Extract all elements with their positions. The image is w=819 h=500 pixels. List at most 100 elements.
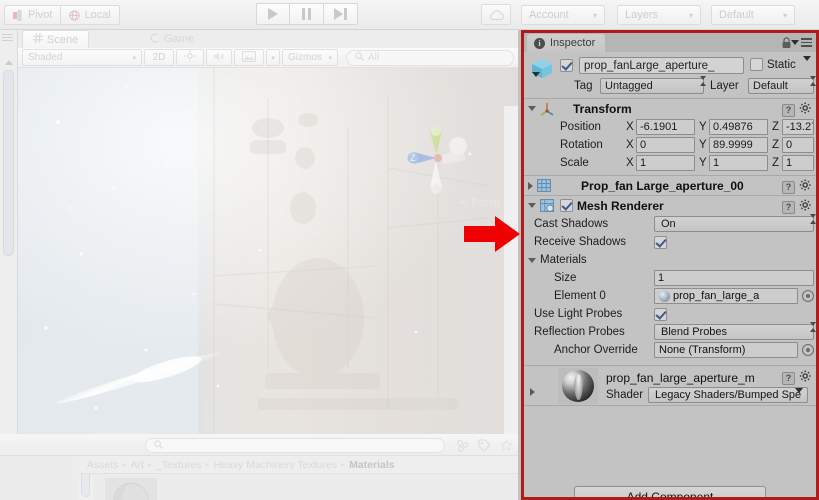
gamepad-icon bbox=[150, 32, 160, 46]
breadcrumb-item-textures[interactable]: _Textures bbox=[156, 459, 202, 471]
static-toggle[interactable]: Static bbox=[750, 58, 796, 71]
search-by-label-icon[interactable] bbox=[474, 437, 494, 454]
globe-icon bbox=[69, 9, 81, 21]
cloud-services-button[interactable] bbox=[481, 4, 511, 25]
scene-vertical-scrollbar[interactable] bbox=[504, 106, 518, 434]
hierarchy-scrollbar[interactable] bbox=[3, 70, 14, 256]
foldout-arrow-icon[interactable] bbox=[528, 203, 536, 208]
rotation-x-input[interactable]: 0 bbox=[636, 137, 695, 153]
position-y-input[interactable]: 0.49876 bbox=[709, 119, 768, 135]
chevron-down-icon: ▾ bbox=[132, 54, 136, 62]
gear-icon[interactable] bbox=[799, 199, 812, 215]
add-component-button[interactable]: Add Component bbox=[574, 486, 766, 497]
cast-shadows-dropdown[interactable]: On bbox=[654, 216, 814, 232]
receive-shadows-checkbox[interactable] bbox=[654, 235, 667, 249]
use-light-probes-checkbox[interactable] bbox=[654, 307, 667, 321]
scene-search-placeholder: All bbox=[368, 52, 380, 63]
scale-y-input[interactable]: 1 bbox=[709, 155, 768, 171]
element-0-label: Element 0 bbox=[554, 290, 606, 302]
gear-icon[interactable] bbox=[799, 102, 812, 118]
gizmos-label: Gizmos bbox=[288, 52, 322, 63]
gear-icon[interactable] bbox=[799, 179, 812, 195]
project-browser-panel: Assets ▸ Art ▸ _Textures ▸ Heavy Machine… bbox=[0, 434, 518, 500]
mesh-renderer-header[interactable]: Mesh Renderer ? bbox=[524, 196, 816, 215]
anchor-override-object-field[interactable]: None (Transform) bbox=[654, 342, 798, 358]
help-icon[interactable]: ? bbox=[782, 180, 795, 194]
layout-dropdown[interactable]: Default ▾ bbox=[711, 5, 795, 25]
pivot-toggle-button[interactable]: Pivot bbox=[4, 5, 62, 25]
rotation-y-input[interactable]: 89.9999 bbox=[709, 137, 768, 153]
local-global-toggle-button[interactable]: Local bbox=[61, 5, 120, 25]
hash-icon bbox=[33, 32, 43, 46]
hamburger-menu-icon bbox=[801, 38, 812, 47]
scene-effects-dropdown[interactable]: ▾ bbox=[266, 49, 280, 66]
scroll-up-arrow[interactable] bbox=[5, 60, 13, 65]
foldout-arrow-icon[interactable] bbox=[528, 257, 536, 263]
use-light-probes-row: Use Light Probes bbox=[524, 305, 816, 323]
reflection-probes-dropdown[interactable]: Blend Probes bbox=[654, 324, 814, 340]
scene-view-toolbar: Shaded ▾ 2D ▾ Gizmos ▾ All bbox=[18, 48, 518, 68]
tab-inspector[interactable]: i Inspector bbox=[527, 34, 606, 52]
materials-row: Materials bbox=[524, 251, 816, 269]
search-icon bbox=[355, 51, 365, 64]
tab-game[interactable]: Game bbox=[140, 30, 204, 48]
layer-dropdown[interactable]: Default bbox=[748, 78, 814, 94]
materials-size-input[interactable]: 1 bbox=[654, 270, 814, 286]
play-button[interactable] bbox=[256, 3, 290, 25]
chevron-down-icon: ▾ bbox=[782, 10, 787, 20]
material-header-icons: ? bbox=[782, 370, 812, 386]
rotation-label: Rotation bbox=[560, 139, 603, 151]
breadcrumb-item-heavy-machinery-textures[interactable]: Heavy Machinery Textures bbox=[214, 459, 338, 471]
transform-header[interactable]: Transform ? bbox=[524, 99, 816, 118]
account-dropdown[interactable]: Account ▾ bbox=[521, 5, 605, 25]
gear-icon[interactable] bbox=[799, 370, 812, 386]
static-label: Static bbox=[767, 58, 796, 71]
pause-button[interactable] bbox=[290, 3, 324, 25]
mesh-renderer-enabled-checkbox[interactable] bbox=[560, 199, 573, 212]
scene-viewport[interactable]: Z ≺ Persp bbox=[18, 68, 518, 434]
mesh-filter-header[interactable]: Prop_fan Large_aperture_00 ? bbox=[524, 176, 816, 195]
search-by-type-icon[interactable] bbox=[452, 437, 472, 454]
scale-z-input[interactable]: 1 bbox=[782, 155, 814, 171]
toggle-2d-button[interactable]: 2D bbox=[144, 49, 174, 66]
draw-mode-dropdown[interactable]: Shaded ▾ bbox=[22, 49, 142, 66]
breadcrumb-item-art[interactable]: Art bbox=[131, 459, 144, 471]
layers-dropdown[interactable]: Layers ▾ bbox=[617, 5, 701, 25]
hierarchy-menu-icon[interactable] bbox=[2, 34, 13, 43]
tag-dropdown[interactable]: Untagged bbox=[600, 78, 704, 94]
favorite-star-icon[interactable] bbox=[496, 437, 516, 454]
step-button[interactable] bbox=[324, 3, 358, 25]
scale-x-input[interactable]: 1 bbox=[636, 155, 695, 171]
foldout-arrow-icon[interactable] bbox=[530, 388, 535, 396]
breadcrumb-item-assets[interactable]: Assets bbox=[87, 459, 119, 471]
foldout-arrow-icon[interactable] bbox=[528, 181, 533, 190]
tab-scene[interactable]: Scene bbox=[22, 30, 90, 48]
scene-view-gizmo[interactable]: Z bbox=[396, 126, 476, 196]
scene-lighting-toggle[interactable] bbox=[176, 49, 204, 66]
shader-label: Shader bbox=[606, 389, 644, 401]
rotation-z-input[interactable]: 0 bbox=[782, 137, 814, 153]
object-picker-icon[interactable] bbox=[802, 344, 814, 356]
help-icon[interactable]: ? bbox=[782, 103, 795, 117]
gameobject-enabled-checkbox[interactable] bbox=[560, 59, 573, 72]
element-0-object-field[interactable]: prop_fan_large_a bbox=[654, 288, 798, 304]
perspective-mode-label[interactable]: ≺ Persp bbox=[459, 196, 500, 209]
scene-search-input[interactable]: All bbox=[346, 49, 514, 66]
help-icon[interactable]: ? bbox=[782, 200, 795, 214]
project-toolbar bbox=[0, 434, 518, 456]
object-picker-icon[interactable] bbox=[802, 290, 814, 302]
scene-audio-toggle[interactable] bbox=[206, 49, 232, 66]
breadcrumb-item-materials[interactable]: Materials bbox=[349, 459, 395, 471]
static-flags-dropdown[interactable] bbox=[803, 56, 811, 73]
foldout-arrow-icon[interactable] bbox=[528, 106, 536, 111]
project-search-input[interactable] bbox=[145, 438, 445, 453]
gizmos-dropdown[interactable]: Gizmos ▾ bbox=[282, 49, 338, 66]
position-z-input[interactable]: -13.277 bbox=[782, 119, 814, 135]
asset-thumbnail[interactable] bbox=[105, 478, 157, 500]
position-x-input[interactable]: -6.1901 bbox=[636, 119, 695, 135]
gameobject-name-input[interactable]: prop_fanLarge_aperture_ bbox=[579, 57, 744, 74]
help-icon[interactable]: ? bbox=[782, 371, 795, 385]
inspector-menu-button[interactable] bbox=[791, 38, 812, 47]
scene-effects-button[interactable] bbox=[234, 49, 264, 66]
shader-dropdown[interactable]: Legacy Shaders/Bumped Spe bbox=[648, 387, 808, 405]
